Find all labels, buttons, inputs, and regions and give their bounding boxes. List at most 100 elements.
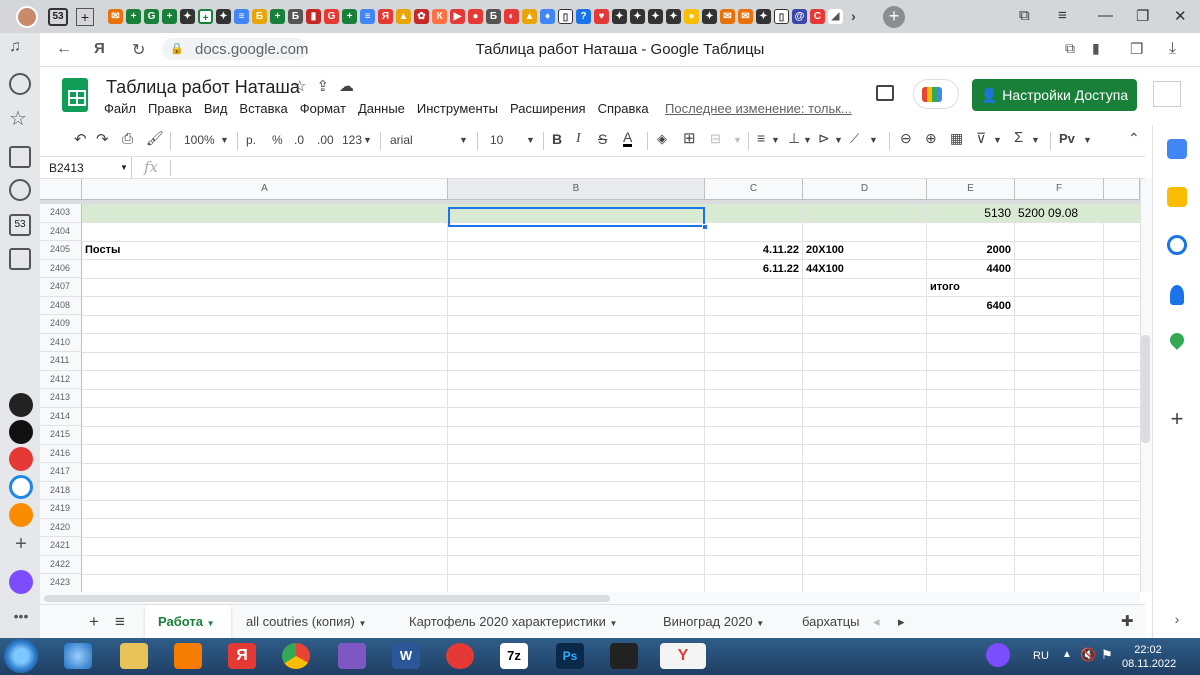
move-to-folder-icon[interactable]: ⇪ — [316, 77, 329, 95]
photoshop-icon[interactable]: Ps — [556, 643, 584, 669]
tab-favicon-b-icon[interactable]: Б — [288, 9, 303, 24]
filter-icon[interactable]: ⊽ — [976, 130, 986, 147]
chevron-down-icon[interactable]: ▼ — [993, 135, 1002, 145]
chevron-down-icon[interactable]: ▼ — [803, 135, 812, 145]
tab-favicon-help-icon[interactable]: ? — [576, 9, 591, 24]
cell-e-2403[interactable]: 5130 — [927, 204, 1015, 222]
cell-b-2407[interactable] — [448, 278, 705, 296]
cell-a-2403[interactable] — [82, 204, 448, 222]
cell-c-2418[interactable] — [705, 481, 803, 500]
tab-favicon-sheets-icon[interactable]: + — [162, 9, 177, 24]
cell-f-2410[interactable] — [1015, 333, 1104, 352]
cell-f-2407[interactable] — [1015, 278, 1104, 296]
cell-d-2411[interactable] — [803, 352, 927, 370]
minimize-icon[interactable]: — — [1098, 7, 1113, 24]
tab-favicon-docs-icon[interactable]: ≡ — [234, 9, 249, 24]
column-header-f[interactable]: F — [1015, 179, 1104, 200]
cell-a-2412[interactable] — [82, 370, 448, 389]
cell-f-2416[interactable] — [1015, 444, 1104, 463]
cell-e-2414[interactable] — [927, 407, 1015, 426]
cell-a-2411[interactable] — [82, 352, 448, 370]
chevron-down-icon[interactable]: ▼ — [207, 619, 215, 628]
cell-d-2415[interactable] — [803, 426, 927, 444]
cell-b-2409[interactable] — [448, 315, 705, 333]
cell-b-2413[interactable] — [448, 389, 705, 407]
menu-format[interactable]: Формат — [300, 101, 346, 116]
bookmark-icon[interactable]: ▮ — [1092, 40, 1100, 57]
column-header-g[interactable] — [1104, 179, 1140, 200]
sidebar-app-camera-icon[interactable] — [9, 393, 33, 417]
word-icon[interactable]: W — [392, 643, 420, 669]
cell-e-2413[interactable] — [927, 389, 1015, 407]
cell-a-2407[interactable] — [82, 278, 448, 296]
vertical-scroll-thumb[interactable] — [1141, 335, 1150, 443]
row-header[interactable]: 2413 — [40, 389, 82, 408]
select-all-corner[interactable] — [40, 179, 82, 200]
cell-f-2419[interactable] — [1015, 500, 1104, 518]
sheets-logo-icon[interactable] — [62, 78, 88, 112]
menu-data[interactable]: Данные — [358, 101, 405, 116]
input-tools-icon[interactable]: Pv — [1059, 131, 1075, 146]
cell-f-2404[interactable] — [1015, 222, 1104, 241]
tab-favicon-b-icon[interactable]: Б — [486, 9, 501, 24]
insert-chart-icon[interactable]: ▦ — [950, 130, 963, 147]
cell-b-2415[interactable] — [448, 426, 705, 444]
tab-favicon-drop-icon[interactable]: ♦ — [540, 9, 555, 24]
menu-insert[interactable]: Вставка — [239, 101, 287, 116]
wrap-text-icon[interactable]: ⊳ — [818, 130, 830, 147]
row-header[interactable]: 2419 — [40, 500, 82, 519]
tab-favicon-star-icon[interactable]: ✦ — [702, 9, 717, 24]
row-header[interactable]: 2405 — [40, 241, 82, 260]
cell-b-2417[interactable] — [448, 463, 705, 481]
chevron-down-icon[interactable]: ▼ — [834, 135, 843, 145]
alice-assistant-icon[interactable] — [9, 570, 33, 594]
collections-icon[interactable] — [9, 146, 31, 168]
tab-favicon-video-icon[interactable]: ▶ — [450, 9, 465, 24]
tab-favicon-mail-icon[interactable]: ✉ — [108, 9, 123, 24]
text-color-button[interactable]: A — [623, 130, 633, 147]
contacts-icon[interactable] — [1170, 285, 1184, 305]
hide-side-panel-icon[interactable]: › — [1167, 611, 1187, 631]
chevron-down-icon[interactable]: ▼ — [459, 135, 468, 145]
cell-e-2416[interactable] — [927, 444, 1015, 463]
tabs-53-icon[interactable]: 53 — [9, 214, 31, 236]
cell-c-2417[interactable] — [705, 463, 803, 481]
cell-a-2404[interactable] — [82, 222, 448, 241]
cell-c-2416[interactable] — [705, 444, 803, 463]
cell-d-2403[interactable] — [803, 204, 927, 222]
document-title[interactable]: Таблица работ Наташа — [106, 77, 300, 98]
network-flag-icon[interactable]: ⚑ — [1101, 647, 1113, 663]
cell-b-2414[interactable] — [448, 407, 705, 426]
cell-a-2410[interactable] — [82, 333, 448, 352]
get-addons-icon[interactable]: + — [1167, 408, 1187, 430]
cell-f-2421[interactable] — [1015, 537, 1104, 555]
media-player-icon[interactable] — [174, 643, 202, 669]
sheet-tab-all-coutries[interactable]: all coutries (копия) ▼ — [233, 605, 379, 639]
row-header[interactable]: 2420 — [40, 518, 82, 537]
row-header[interactable]: 2408 — [40, 296, 82, 315]
increase-decimal-button[interactable]: .00 — [317, 133, 334, 147]
maps-icon[interactable] — [1167, 330, 1187, 350]
sidebar-app-map-pin-icon[interactable] — [9, 447, 33, 471]
tab-favicon-c-icon[interactable]: C — [810, 9, 825, 24]
cell-f-2417[interactable] — [1015, 463, 1104, 481]
cell-b-2418[interactable] — [448, 481, 705, 500]
tab-favicon-sheets-icon[interactable]: + — [342, 9, 357, 24]
tab-favicon-star-icon[interactable]: ✦ — [648, 9, 663, 24]
yandex-browser-icon[interactable]: Я — [228, 643, 256, 669]
sidebar-app-star-icon[interactable] — [9, 420, 33, 444]
font-select[interactable]: arial — [390, 133, 413, 147]
strikethrough-button[interactable]: S — [598, 131, 607, 147]
chevron-down-icon[interactable]: ▼ — [869, 135, 878, 145]
cell-a-2408[interactable] — [82, 296, 448, 315]
column-header-e[interactable]: E — [927, 179, 1015, 200]
cell-c-2412[interactable] — [705, 370, 803, 389]
cell-f-2408[interactable] — [1015, 296, 1104, 315]
tab-favicon-sheets-icon[interactable]: + — [270, 9, 285, 24]
cell-a-2422[interactable] — [82, 555, 448, 574]
cell-b-2422[interactable] — [448, 555, 705, 574]
comments-icon[interactable] — [876, 85, 894, 101]
tab-favicon-docs-icon[interactable]: ≡ — [360, 9, 375, 24]
chevron-down-icon[interactable]: ▼ — [733, 135, 742, 145]
tab-favicon-page-icon[interactable]: ▯ — [774, 9, 789, 24]
